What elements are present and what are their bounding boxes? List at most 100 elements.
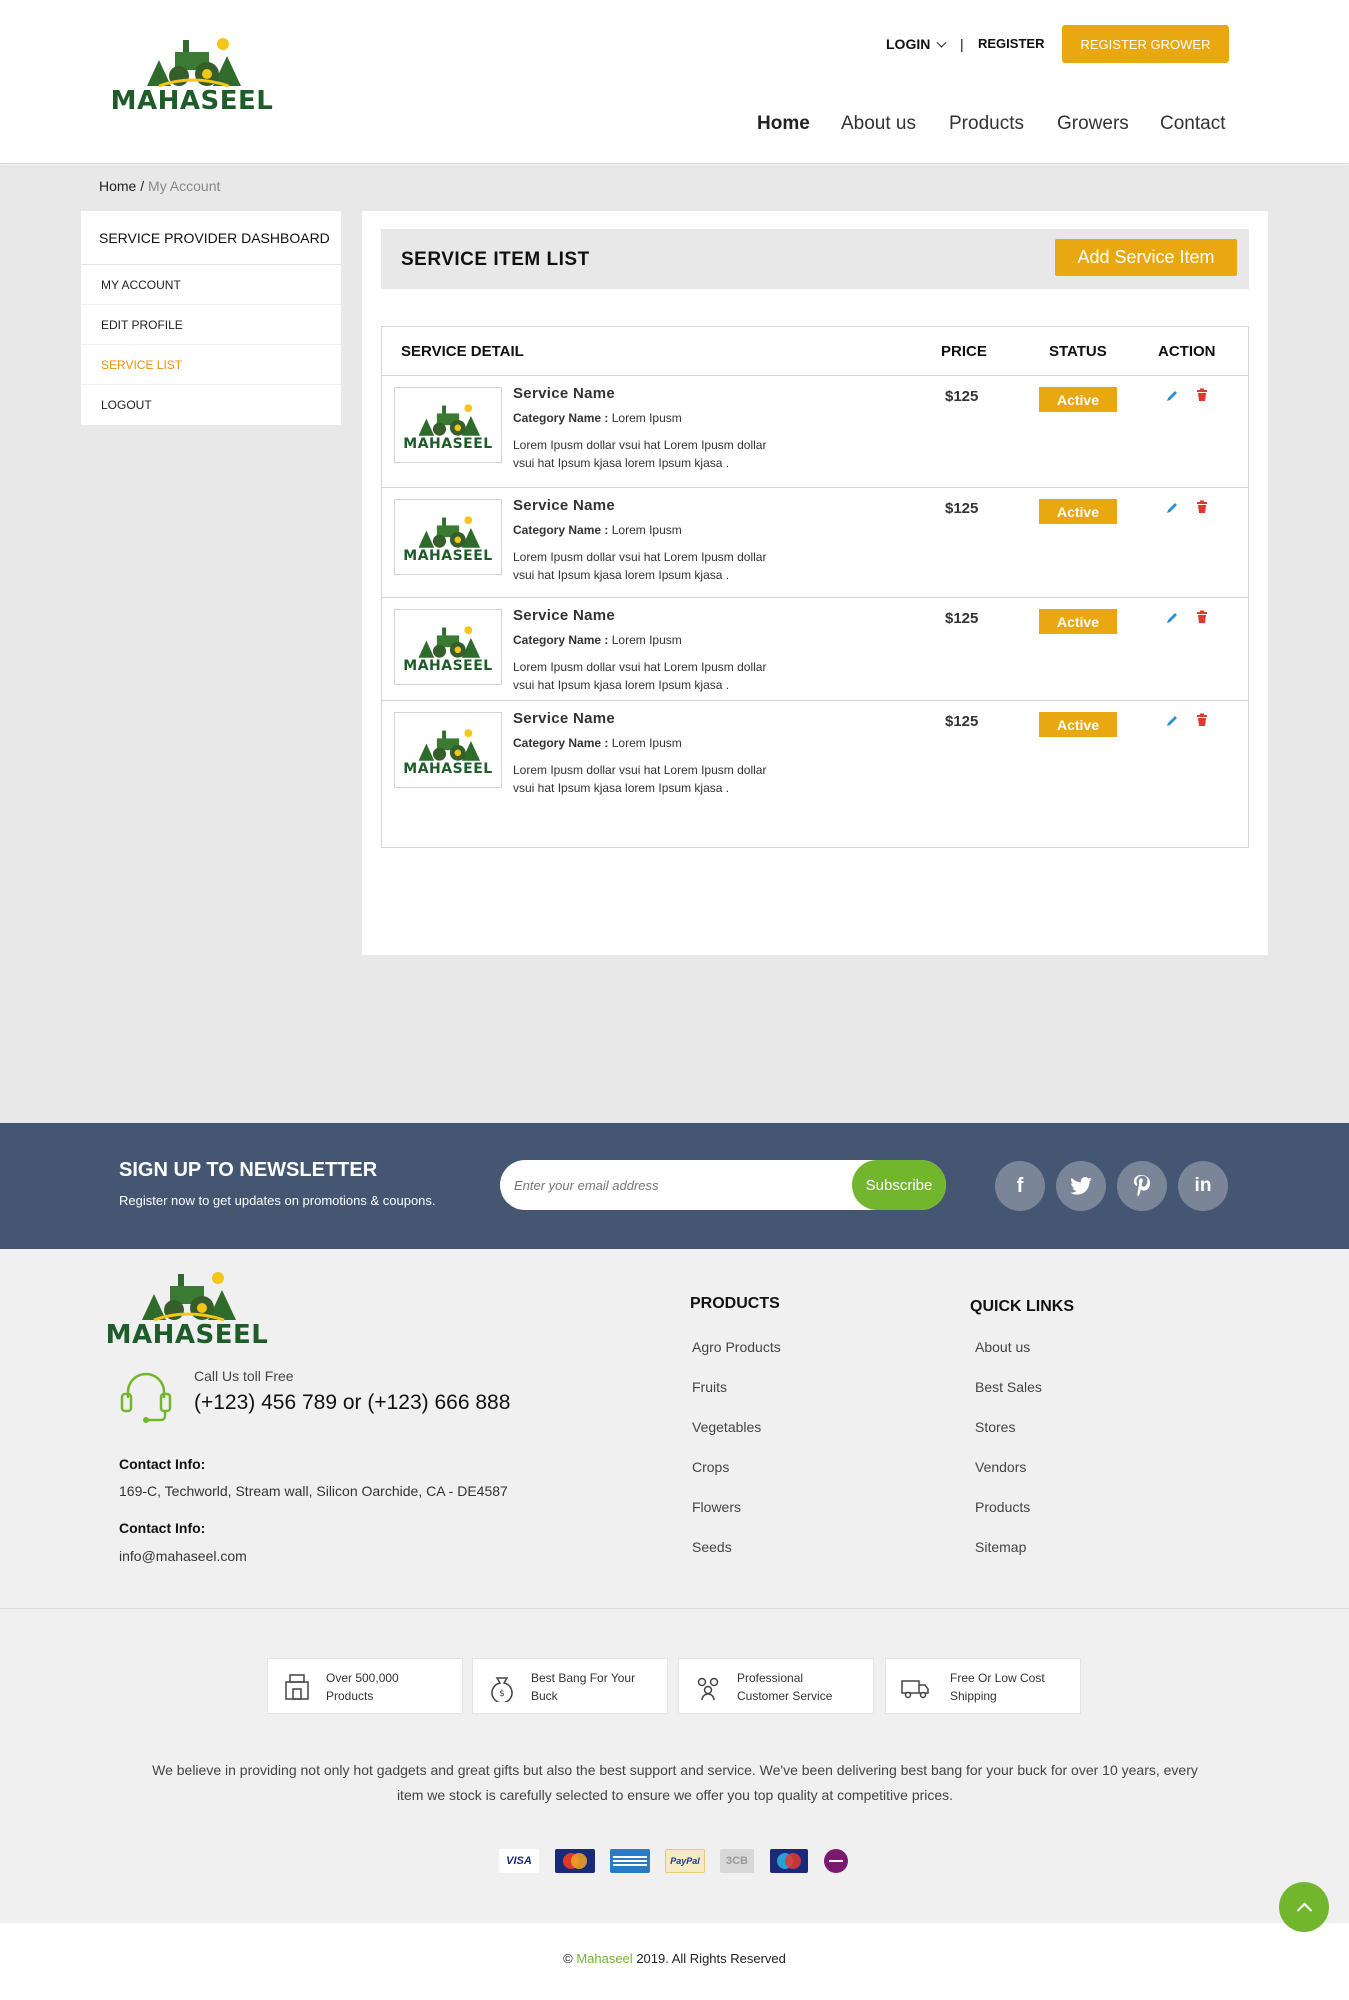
footer-quick-link[interactable]: About us bbox=[975, 1339, 1030, 1355]
service-name: Service Name bbox=[513, 607, 616, 624]
feature-products: Over 500,000 Products bbox=[267, 1658, 463, 1714]
twitter-bird-icon bbox=[1070, 1177, 1092, 1195]
american-express-icon bbox=[610, 1849, 650, 1873]
nav-contact[interactable]: Contact bbox=[1160, 113, 1225, 135]
sidebar-item-my-account[interactable]: MY ACCOUNT bbox=[81, 265, 341, 305]
breadcrumb-home[interactable]: Home bbox=[99, 178, 136, 194]
contact-address: 169-C, Techworld, Stream wall, Silicon O… bbox=[119, 1483, 508, 1499]
scroll-to-top-button[interactable] bbox=[1279, 1882, 1329, 1932]
feature-best-bang-text: Best Bang For Your Buck bbox=[531, 1671, 636, 1703]
pinterest-icon[interactable] bbox=[1117, 1161, 1167, 1211]
register-link[interactable]: REGISTER bbox=[978, 36, 1044, 51]
table-row: MAHASEEL Service Name Category Name : Lore… bbox=[382, 487, 1248, 597]
feature-best-bang: $ Best Bang For Your Buck bbox=[472, 1658, 668, 1714]
service-name: Service Name bbox=[513, 710, 616, 727]
copyright-brand-link[interactable]: Mahaseel bbox=[576, 1951, 632, 1966]
column-header-price: PRICE bbox=[941, 343, 987, 360]
service-description: Lorem Ipusm dollar vsui hat Lorem Ipusm … bbox=[513, 763, 767, 795]
svg-text:$: $ bbox=[499, 1689, 505, 1699]
feature-shipping-text: Free Or Low Cost Shipping bbox=[950, 1671, 1045, 1703]
linkedin-icon[interactable]: in bbox=[1178, 1161, 1228, 1211]
service-description: Lorem Ipusm dollar vsui hat Lorem Ipusm … bbox=[513, 550, 767, 582]
footer-quick-link[interactable]: Products bbox=[975, 1499, 1030, 1515]
sidebar-item-service-list[interactable]: SERVICE LIST bbox=[81, 345, 341, 385]
sidebar-item-logout[interactable]: LOGOUT bbox=[81, 385, 341, 425]
mastercard-circles-icon bbox=[563, 1853, 587, 1869]
feature-customer-service-text: Professional Customer Service bbox=[737, 1671, 833, 1703]
headset-icon bbox=[120, 1372, 172, 1423]
maestro-icon bbox=[770, 1849, 808, 1873]
page-title: SERVICE ITEM LIST bbox=[401, 249, 590, 270]
service-price: $125 bbox=[945, 713, 979, 730]
footer-product-link[interactable]: Crops bbox=[692, 1459, 729, 1475]
tractor-logo-icon bbox=[418, 626, 481, 658]
facebook-icon[interactable]: f bbox=[995, 1161, 1045, 1211]
column-header-action: ACTION bbox=[1158, 343, 1216, 360]
service-thumbnail: MAHASEEL bbox=[394, 387, 502, 463]
thumbnail-brand-name: MAHASEEL bbox=[403, 548, 493, 564]
register-grower-button[interactable]: REGISTER GROWER bbox=[1062, 25, 1229, 63]
footer-quick-link[interactable]: Sitemap bbox=[975, 1539, 1026, 1555]
add-service-item-button[interactable]: Add Service Item bbox=[1055, 239, 1237, 276]
status-badge: Active bbox=[1039, 609, 1117, 634]
delete-icon[interactable] bbox=[1195, 610, 1209, 624]
service-category: Category Name : Lorem Ipusm bbox=[513, 736, 682, 750]
copyright-bar: © Mahaseel 2019. All Rights Reserved bbox=[0, 1923, 1349, 2000]
visa-card-icon: VISA bbox=[499, 1849, 539, 1873]
contact-email[interactable]: info@mahaseel.com bbox=[119, 1548, 247, 1564]
service-category: Category Name : Lorem Ipusm bbox=[513, 633, 682, 647]
dashboard-sidebar: SERVICE PROVIDER DASHBOARD MY ACCOUNT ED… bbox=[81, 211, 341, 425]
edit-icon[interactable] bbox=[1165, 714, 1179, 728]
sidebar-item-edit-profile[interactable]: EDIT PROFILE bbox=[81, 305, 341, 345]
twitter-icon[interactable] bbox=[1056, 1161, 1106, 1211]
footer-product-link[interactable]: Seeds bbox=[692, 1539, 732, 1555]
people-icon bbox=[697, 1677, 719, 1701]
service-list-panel: SERVICE ITEM LIST Add Service Item SERVI… bbox=[362, 211, 1268, 955]
footer-quick-link[interactable]: Stores bbox=[975, 1419, 1015, 1435]
mastercard-icon bbox=[555, 1849, 595, 1873]
footer-quick-link[interactable]: Best Sales bbox=[975, 1379, 1042, 1395]
footer-product-link[interactable]: Vegetables bbox=[692, 1419, 761, 1435]
nav-home[interactable]: Home bbox=[757, 113, 810, 135]
nav-products[interactable]: Products bbox=[949, 113, 1024, 135]
service-thumbnail: MAHASEEL bbox=[394, 499, 502, 575]
brand-logo[interactable]: MAHASEEL bbox=[111, 30, 273, 114]
footer-brand-name: MAHASEEL bbox=[105, 1320, 269, 1350]
nav-growers[interactable]: Growers bbox=[1057, 113, 1129, 135]
delete-icon[interactable] bbox=[1195, 388, 1209, 402]
edit-icon[interactable] bbox=[1165, 501, 1179, 515]
login-dropdown[interactable]: LOGIN bbox=[886, 36, 947, 52]
feature-customer-service: Professional Customer Service bbox=[678, 1658, 874, 1714]
service-name: Service Name bbox=[513, 385, 616, 402]
status-badge: Active bbox=[1039, 387, 1117, 412]
chevron-up-icon bbox=[1296, 1902, 1312, 1918]
footer-quick-links-title: QUICK LINKS bbox=[970, 1298, 1074, 1315]
service-list-header: SERVICE ITEM LIST Add Service Item bbox=[381, 229, 1249, 289]
status-badge: Active bbox=[1039, 712, 1117, 737]
amex-stripes-icon bbox=[613, 1856, 647, 1866]
feature-products-text: Over 500,000 Products bbox=[326, 1671, 399, 1703]
footer-quick-link[interactable]: Vendors bbox=[975, 1459, 1026, 1475]
subscribe-button[interactable]: Subscribe bbox=[852, 1160, 946, 1210]
breadcrumb-current: My Account bbox=[148, 178, 221, 194]
footer-product-link[interactable]: Agro Products bbox=[692, 1339, 781, 1355]
footer-product-link[interactable]: Fruits bbox=[692, 1379, 727, 1395]
call-label: Call Us toll Free bbox=[194, 1368, 294, 1384]
footer-product-link[interactable]: Flowers bbox=[692, 1499, 741, 1515]
maestro-circles-icon bbox=[777, 1853, 801, 1869]
money-bag-icon: $ bbox=[491, 1677, 513, 1702]
edit-icon[interactable] bbox=[1165, 611, 1179, 625]
nav-about-us[interactable]: About us bbox=[841, 113, 916, 135]
delete-icon[interactable] bbox=[1195, 500, 1209, 514]
about-text-line-1: We believe in providing not only hot gad… bbox=[152, 1762, 1198, 1778]
call-number[interactable]: (+123) 456 789 or (+123) 666 888 bbox=[194, 1391, 510, 1415]
brand-name: MAHASEEL bbox=[110, 86, 274, 116]
chevron-down-icon bbox=[936, 37, 947, 48]
table-row: MAHASEEL Service Name Category Name : Lore… bbox=[382, 700, 1248, 806]
edit-icon[interactable] bbox=[1165, 389, 1179, 403]
delete-icon[interactable] bbox=[1195, 713, 1209, 727]
about-text: We believe in providing not only hot gad… bbox=[120, 1758, 1230, 1808]
newsletter-email-input[interactable] bbox=[514, 1160, 844, 1210]
3cb-card-icon: 3CB bbox=[720, 1849, 754, 1873]
footer-logo[interactable]: MAHASEEL bbox=[106, 1264, 268, 1348]
